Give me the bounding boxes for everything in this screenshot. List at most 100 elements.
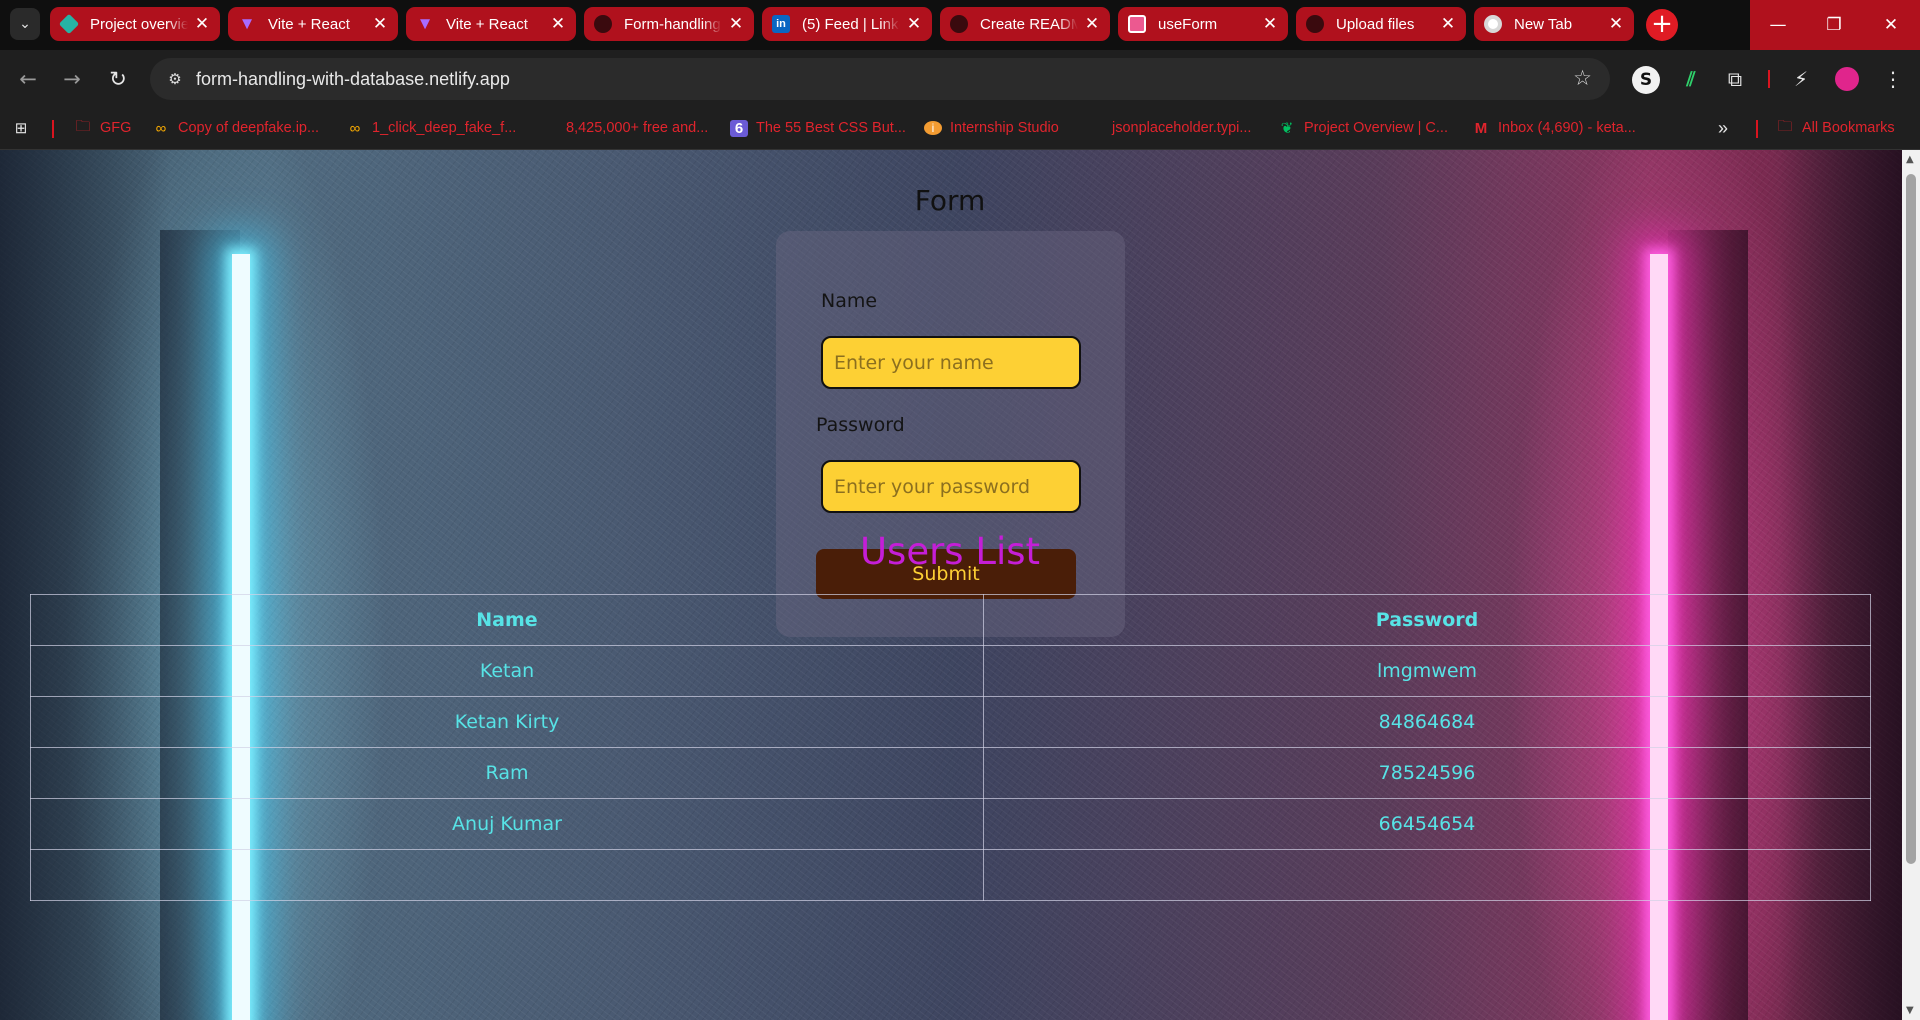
tab-title: useForm bbox=[1158, 15, 1218, 33]
account-avatar-icon[interactable] bbox=[1832, 64, 1862, 94]
minimize-button[interactable]: — bbox=[1750, 0, 1806, 50]
tab[interactable]: Form-handling ✕ bbox=[584, 7, 754, 41]
scroll-up-arrow-icon[interactable]: ▲ bbox=[1906, 154, 1914, 165]
users-list-title: Users List bbox=[859, 530, 1041, 573]
cell-name: Anuj Kumar bbox=[30, 798, 984, 850]
close-icon[interactable]: ✕ bbox=[906, 14, 922, 34]
apps-grid-icon[interactable]: ⊞ bbox=[12, 116, 38, 140]
info-icon: i bbox=[924, 121, 942, 135]
close-icon[interactable]: ✕ bbox=[1084, 14, 1100, 34]
close-icon[interactable]: ✕ bbox=[550, 14, 566, 34]
reload-button[interactable]: ↻ bbox=[102, 63, 134, 95]
forward-button[interactable]: → bbox=[56, 63, 88, 95]
bookmark-item[interactable]: ∞ Copy of deepfake.ip... bbox=[152, 116, 319, 140]
scroll-down-arrow-icon[interactable]: ▼ bbox=[1906, 1005, 1914, 1016]
table-row: Ketan lmgmwem bbox=[30, 645, 1871, 697]
tab-title: Project overview bbox=[90, 15, 188, 33]
bookmark-item[interactable]: M Inbox (4,690) - keta... bbox=[1472, 116, 1636, 140]
react-hook-form-icon bbox=[1128, 15, 1146, 33]
restore-button[interactable]: ❐ bbox=[1806, 0, 1862, 50]
tab[interactable]: in (5) Feed | LinkedIn ✕ bbox=[762, 7, 932, 41]
more-bookmarks-chevron-icon[interactable]: » bbox=[1718, 116, 1728, 140]
all-bookmarks-label: All Bookmarks bbox=[1802, 120, 1895, 136]
close-window-button[interactable]: ✕ bbox=[1862, 0, 1920, 50]
leaf-icon: ❦ bbox=[1280, 120, 1294, 137]
bookmark-item[interactable]: i Internship Studio bbox=[924, 116, 1059, 140]
page-scrollbar[interactable]: ▲ ▼ bbox=[1902, 150, 1920, 1020]
bookmark-star-icon[interactable]: ☆ bbox=[1573, 66, 1592, 90]
scrollbar-thumb[interactable] bbox=[1906, 174, 1916, 864]
bookmark-item[interactable]: 8,425,000+ free and... bbox=[540, 116, 708, 140]
bookmark-item[interactable]: ❦ Project Overview | C... bbox=[1278, 116, 1448, 140]
vite-icon: ▼ bbox=[238, 14, 256, 33]
menu-kebab-icon[interactable]: ⋮ bbox=[1878, 64, 1908, 94]
bookmark-item[interactable]: 6 The 55 Best CSS But... bbox=[730, 116, 906, 140]
chrome-icon bbox=[1484, 15, 1502, 33]
name-label: Name bbox=[821, 290, 878, 312]
tab[interactable]: Upload files ✕ bbox=[1296, 7, 1466, 41]
profile-avatar[interactable]: S bbox=[1632, 66, 1660, 94]
six-icon: 6 bbox=[730, 119, 748, 137]
tab-strip: ⌄ Project overview ✕ ▼ Vite + React ✕ ▼ … bbox=[0, 0, 1920, 50]
site-info-icon[interactable]: ⚙ bbox=[162, 66, 188, 92]
form-title: Form bbox=[914, 184, 986, 217]
tab[interactable]: useForm ✕ bbox=[1118, 7, 1288, 41]
cell-name: Ketan Kirty bbox=[30, 696, 984, 748]
bookmark-label: The 55 Best CSS But... bbox=[756, 120, 906, 136]
toolbar: ← → ↻ ⚙ form-handling-with-database.netl… bbox=[0, 50, 1920, 108]
bookmarks-bar: ⊞ 🗀 GFG ∞ Copy of deepfake.ip... ∞ 1_cli… bbox=[0, 108, 1920, 150]
extensions-puzzle-icon[interactable]: ⧉ bbox=[1720, 64, 1750, 94]
tab-search-chevron-icon[interactable]: ⌄ bbox=[10, 8, 40, 40]
close-icon[interactable]: ✕ bbox=[194, 14, 210, 34]
separator bbox=[52, 120, 54, 138]
performance-icon[interactable]: ⚡ bbox=[1786, 64, 1816, 94]
vite-icon: ▼ bbox=[416, 14, 434, 33]
close-icon[interactable]: ✕ bbox=[1608, 14, 1624, 34]
bookmark-item[interactable]: ∞ 1_click_deep_fake_f... bbox=[346, 116, 517, 140]
tab[interactable]: ▼ Vite + React ✕ bbox=[406, 7, 576, 41]
readme-icon bbox=[950, 15, 968, 33]
bookmark-item[interactable]: 🗀 GFG bbox=[74, 116, 131, 140]
bookmark-label: Inbox (4,690) - keta... bbox=[1498, 120, 1636, 136]
new-tab-button[interactable]: + bbox=[1646, 9, 1678, 41]
url-text[interactable]: form-handling-with-database.netlify.app bbox=[196, 69, 510, 90]
folder-icon: 🗀 bbox=[75, 117, 91, 135]
diamond-icon bbox=[58, 13, 80, 35]
bookmark-label: Project Overview | C... bbox=[1304, 120, 1448, 136]
linkedin-icon: in bbox=[772, 15, 790, 33]
table-row-partial bbox=[30, 849, 1871, 901]
colab-icon: ∞ bbox=[349, 119, 361, 137]
close-icon[interactable]: ✕ bbox=[372, 14, 388, 34]
table-row: Anuj Kumar 66454654 bbox=[30, 798, 1871, 850]
tab-title: (5) Feed | LinkedIn bbox=[802, 15, 900, 33]
back-button[interactable]: ← bbox=[12, 63, 44, 95]
tab[interactable]: Project overview ✕ bbox=[50, 7, 220, 41]
gmail-icon: M bbox=[1474, 119, 1488, 137]
tab-active[interactable]: New Tab ✕ bbox=[1474, 7, 1634, 41]
close-icon[interactable]: ✕ bbox=[728, 14, 744, 34]
password-input[interactable] bbox=[821, 460, 1081, 513]
address-bar[interactable]: ⚙ form-handling-with-database.netlify.ap… bbox=[150, 58, 1610, 100]
tab[interactable]: Create README ✕ bbox=[940, 7, 1110, 41]
page-content: Form Name Password Submit Users List Nam… bbox=[0, 150, 1920, 1020]
github-icon bbox=[594, 15, 612, 33]
github-icon bbox=[1306, 15, 1324, 33]
bookmark-label: GFG bbox=[100, 120, 132, 136]
bookmark-label: Copy of deepfake.ip... bbox=[178, 120, 320, 136]
tab-title: Upload files bbox=[1336, 15, 1415, 33]
bookmark-label: 1_click_deep_fake_f... bbox=[372, 120, 517, 136]
table-header-row: Name Password bbox=[30, 594, 1871, 646]
tab[interactable]: ▼ Vite + React ✕ bbox=[228, 7, 398, 41]
table-row: Ram 78524596 bbox=[30, 747, 1871, 799]
close-icon[interactable]: ✕ bbox=[1262, 14, 1278, 34]
extension-icon[interactable]: ⫽ bbox=[1676, 64, 1706, 94]
tab-title: Create README bbox=[980, 15, 1078, 33]
tab-title: Vite + React bbox=[446, 15, 528, 33]
bookmark-label: jsonplaceholder.typi... bbox=[1112, 120, 1252, 136]
separator bbox=[1768, 70, 1770, 88]
tab-title: Vite + React bbox=[268, 15, 350, 33]
bookmark-item[interactable]: jsonplaceholder.typi... bbox=[1086, 116, 1251, 140]
close-icon[interactable]: ✕ bbox=[1440, 14, 1456, 34]
name-input[interactable] bbox=[821, 336, 1081, 389]
all-bookmarks[interactable]: 🗀 All Bookmarks bbox=[1776, 116, 1895, 140]
